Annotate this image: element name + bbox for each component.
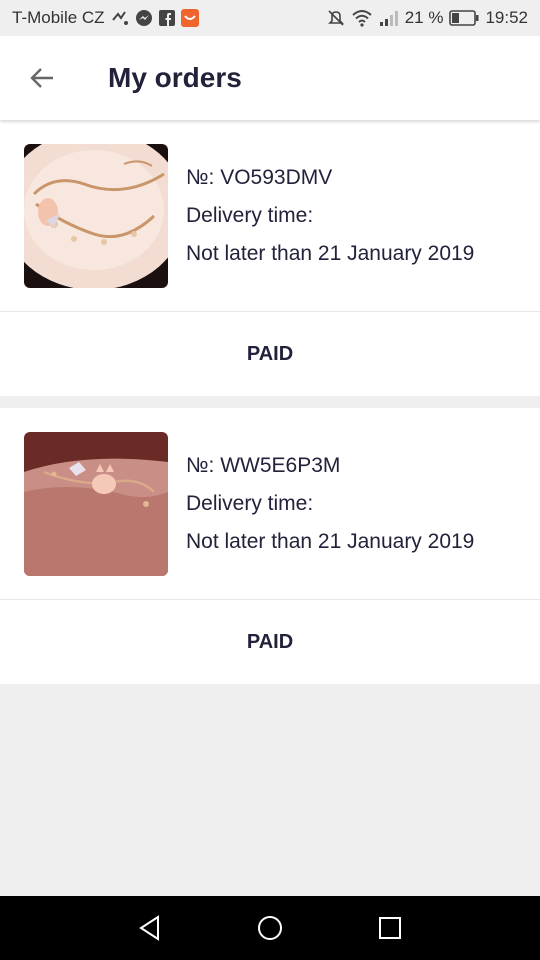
- carrier-name: T-Mobile CZ: [12, 8, 105, 27]
- battery-percent: 21 %: [404, 8, 444, 27]
- back-triangle-icon: [139, 915, 159, 941]
- order-number: №: WW5E6P3M: [186, 453, 341, 477]
- order-number: №: VO593DMV: [186, 165, 333, 189]
- recents-square-icon: [379, 917, 401, 939]
- order-summary[interactable]: №: WW5E6P3M Delivery time: Not later tha…: [0, 408, 540, 600]
- delivery-label: Delivery time:: [186, 491, 314, 515]
- product-image: [24, 431, 168, 576]
- order-info: №: WW5E6P3M Delivery time: Not later tha…: [186, 447, 474, 561]
- status-left: T-Mobile CZ: [12, 8, 199, 28]
- battery-icon: [449, 10, 479, 26]
- back-button[interactable]: [12, 48, 72, 108]
- app-bar: My orders: [0, 36, 540, 120]
- delivery-date: Not later than 21 January 2019: [186, 241, 475, 265]
- order-card[interactable]: №: WW5E6P3M Delivery time: Not later tha…: [0, 408, 540, 684]
- missed-call-icon: [111, 10, 129, 26]
- clock: 19:52: [485, 8, 528, 27]
- status-right: 21 % 19:52: [327, 8, 528, 28]
- delivery-date: Not later than 21 January 2019: [186, 529, 475, 553]
- nav-back-button[interactable]: [90, 896, 210, 960]
- status-bar: T-Mobile CZ 21 % 19:52: [0, 0, 540, 36]
- order-card[interactable]: №: VO593DMV Delivery time: Not later tha…: [0, 120, 540, 396]
- wifi-icon: [351, 9, 373, 27]
- order-status-button[interactable]: PAID: [0, 600, 540, 684]
- order-status-button[interactable]: PAID: [0, 312, 540, 396]
- order-summary[interactable]: №: VO593DMV Delivery time: Not later tha…: [0, 120, 540, 312]
- delivery-label: Delivery time:: [186, 203, 314, 227]
- navigation-bar: [0, 896, 540, 960]
- order-info: №: VO593DMV Delivery time: Not later tha…: [186, 159, 474, 273]
- signal-icon: [379, 10, 399, 26]
- facebook-icon: [158, 10, 175, 26]
- messenger-icon: [135, 9, 153, 27]
- page-title: My orders: [108, 62, 242, 93]
- product-image: [24, 143, 168, 288]
- mute-icon: [327, 9, 345, 27]
- nav-recents-button[interactable]: [330, 896, 450, 960]
- aliexpress-icon: [180, 9, 199, 27]
- nav-home-button[interactable]: [210, 896, 330, 960]
- arrow-left-icon: [30, 68, 53, 88]
- orders-list: №: VO593DMV Delivery time: Not later tha…: [0, 120, 540, 896]
- home-circle-icon: [258, 916, 282, 940]
